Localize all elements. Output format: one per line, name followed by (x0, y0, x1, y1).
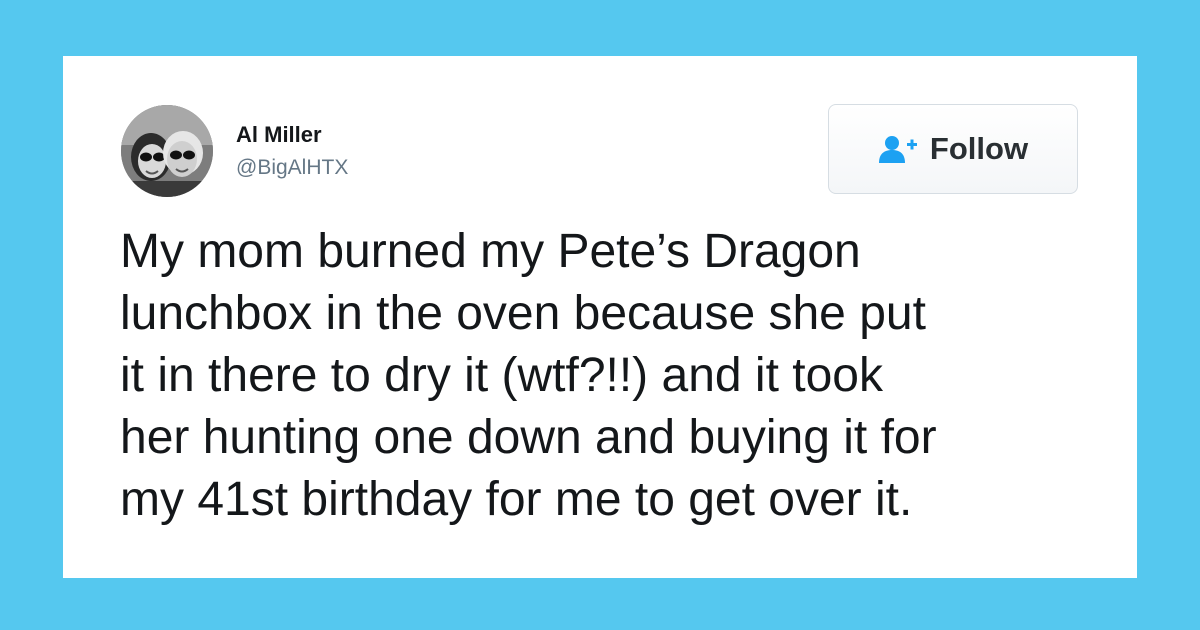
tweet-text-line: my 41st birthday for me to get over it. (120, 473, 913, 526)
tweet-card: Al Miller @BigAlHTX Follow My mom burned… (63, 56, 1137, 578)
avatar-photo (121, 105, 213, 197)
add-user-icon (878, 134, 918, 164)
tweet-text: My mom burned my Pete’s Dragon lunchbox … (120, 221, 1110, 531)
author-handle[interactable]: @BigAlHTX (236, 156, 348, 180)
tweet-text-line: it in there to dry it (wtf?!!) and it to… (120, 349, 883, 402)
avatar[interactable] (121, 105, 213, 197)
follow-button-label: Follow (929, 131, 1029, 166)
tweet-text-line: My mom burned my Pete’s Dragon (120, 225, 861, 278)
tweet-text-line: her hunting one down and buying it for (120, 411, 937, 464)
follow-button[interactable]: Follow (828, 104, 1078, 194)
tweet-text-line: lunchbox in the oven because she put (120, 287, 926, 340)
author-name[interactable]: Al Miller (236, 122, 322, 148)
